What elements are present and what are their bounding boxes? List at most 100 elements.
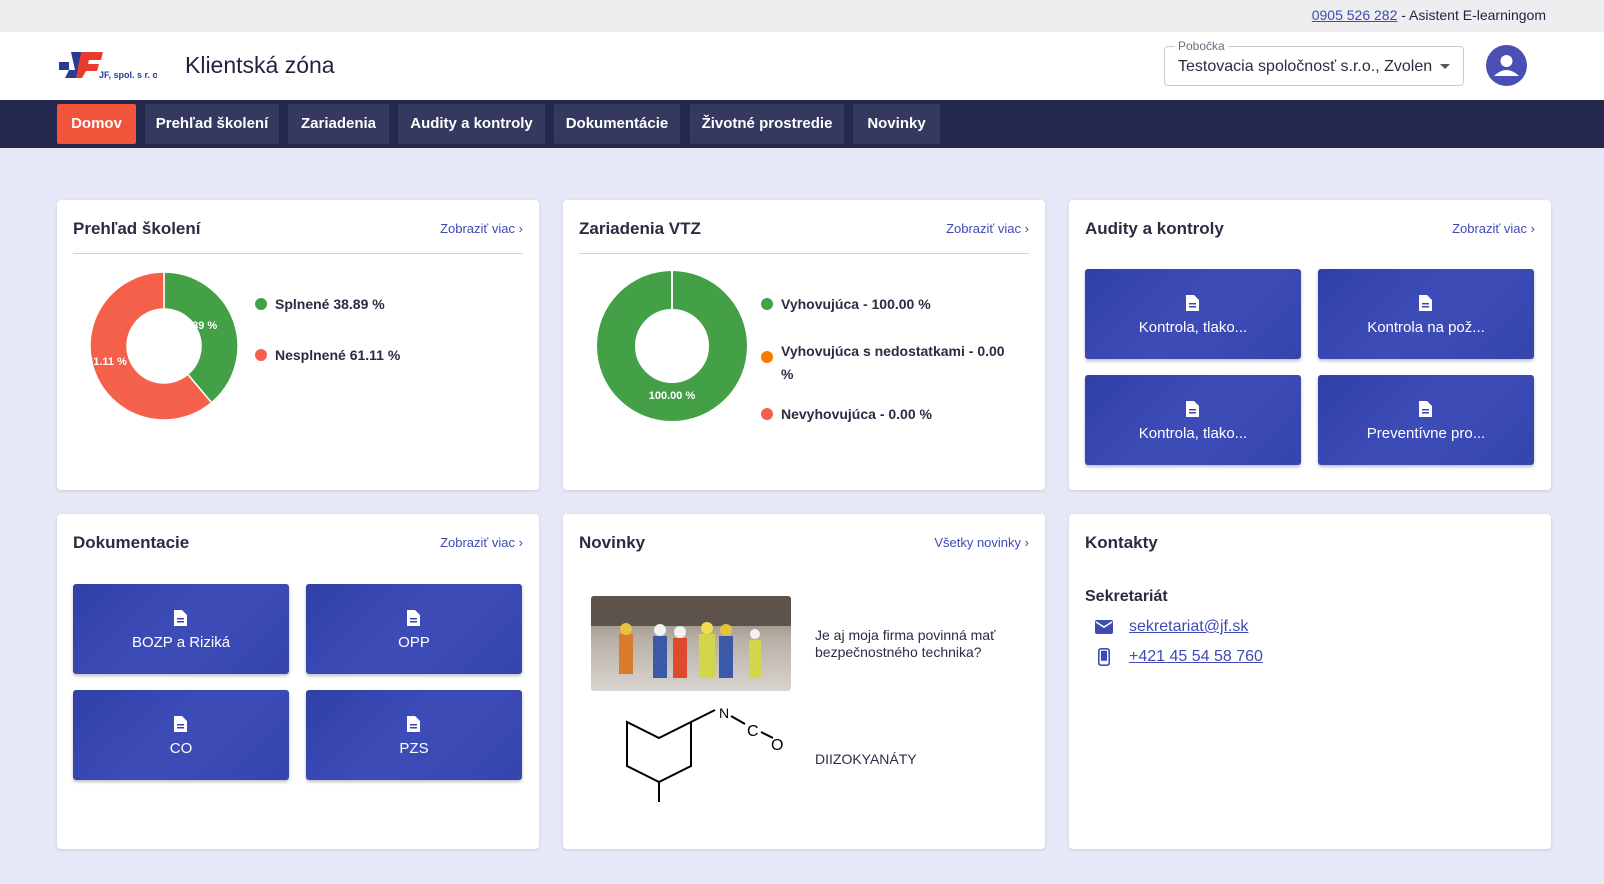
- workers-image: [591, 596, 791, 678]
- contact-phone-link[interactable]: +421 45 54 58 760: [1129, 648, 1263, 666]
- legend-label: Nevyhovujúca - 0.00 %: [781, 406, 932, 422]
- document-icon: [1186, 295, 1199, 311]
- mail-icon: [1095, 620, 1113, 634]
- legend-item-fail: Nevyhovujúca - 0.00 %: [761, 406, 932, 422]
- doc-tile-label: CO: [169, 740, 193, 757]
- legend-dot: [761, 298, 773, 310]
- audit-tile[interactable]: Preventívne pro...: [1318, 375, 1534, 465]
- nav-item-environment[interactable]: Životné prostredie: [690, 104, 844, 144]
- legend-item-ok: Vyhovujúca - 100.00 %: [761, 296, 931, 312]
- nav-item-news[interactable]: Novinky: [853, 104, 940, 144]
- main-nav: Domov Prehľad školení Zariadenia Audity …: [0, 100, 1604, 148]
- divider: [73, 253, 523, 254]
- atom-label-o: O: [771, 737, 783, 754]
- doc-tile[interactable]: OPP: [306, 584, 522, 674]
- doc-tile[interactable]: PZS: [306, 690, 522, 780]
- chevron-right-icon: ›: [1530, 221, 1535, 236]
- doc-tile-label: BOZP a Riziká: [131, 634, 231, 651]
- doc-tile-label: OPP: [398, 634, 430, 651]
- training-more-link[interactable]: Zobraziť viac ›: [440, 221, 523, 236]
- audit-tile-label: Kontrola, tlako...: [1138, 319, 1248, 336]
- document-icon: [407, 610, 420, 626]
- nav-item-trainings[interactable]: Prehľad školení: [145, 104, 279, 144]
- chevron-right-icon: ›: [1024, 221, 1029, 236]
- divider: [579, 253, 1029, 254]
- document-icon: [407, 716, 420, 732]
- news-thumbnail-workers[interactable]: [591, 596, 791, 691]
- branch-select[interactable]: Pobočka Testovacia spoločnosť s.r.o., Zv…: [1164, 39, 1464, 86]
- chevron-right-icon: ›: [1024, 535, 1029, 550]
- nav-item-equipment[interactable]: Zariadenia: [288, 104, 389, 144]
- equipment-more-link[interactable]: Zobraziť viac ›: [946, 221, 1029, 236]
- user-icon: [1494, 55, 1519, 76]
- contacts-section-title: Sekretariát: [1085, 588, 1168, 605]
- company-logo[interactable]: JF, spol. s r. o.: [57, 48, 161, 84]
- news-item-title[interactable]: Je aj moja firma povinná mať bezpečnostn…: [815, 627, 1025, 661]
- logo-text: JF, spol. s r. o.: [99, 70, 157, 80]
- legend-dot: [255, 298, 267, 310]
- equipment-card: Zariadenia VTZ Zobraziť viac › 100.00 % …: [563, 200, 1045, 490]
- audit-tile-label: Kontrola na pož...: [1367, 319, 1485, 336]
- news-thumbnail-molecule[interactable]: N C O: [621, 705, 791, 806]
- audit-tile-label: Preventívne pro...: [1366, 425, 1486, 442]
- legend-label: Vyhovujúca s nedostatkami - 0.00: [781, 343, 1005, 359]
- document-icon: [174, 610, 187, 626]
- docs-card: Dokumentacie Zobraziť viac › BOZP a Rizi…: [57, 514, 539, 849]
- document-icon: [1186, 401, 1199, 417]
- donut-slices: [89, 271, 239, 421]
- contacts-card: Kontakty Sekretariát sekretariat@jf.sk +…: [1069, 514, 1551, 849]
- top-bar: 0905 526 282 - Asistent E-learningom: [0, 0, 1604, 32]
- audit-tile[interactable]: Kontrola na pož...: [1318, 269, 1534, 359]
- audits-title: Audity a kontroly: [1085, 219, 1224, 238]
- header: JF, spol. s r. o. Klientská zóna Pobočka…: [0, 32, 1604, 100]
- equipment-more-label: Zobraziť viac: [946, 221, 1022, 236]
- user-avatar[interactable]: [1486, 45, 1527, 86]
- training-donut-chart: 38.89 % 61.11 %: [87, 271, 239, 421]
- news-title: Novinky: [579, 533, 646, 552]
- contacts-title: Kontakty: [1085, 533, 1158, 552]
- document-icon: [174, 716, 187, 732]
- branch-label: Pobočka: [1175, 39, 1228, 53]
- legend-item-partial: Vyhovujúca s nedostatkami - 0.00 %: [761, 340, 1005, 385]
- atom-label-c: C: [747, 723, 759, 740]
- slice-label-done: 38.89 %: [177, 320, 218, 332]
- docs-more-link[interactable]: Zobraziť viac ›: [440, 535, 523, 550]
- document-icon: [1419, 401, 1432, 417]
- nav-item-domov[interactable]: Domov: [57, 104, 136, 144]
- legend-label: Splnené 38.89 %: [275, 296, 385, 312]
- equipment-title: Zariadenia VTZ: [579, 219, 701, 238]
- document-icon: [1419, 295, 1432, 311]
- audit-tile[interactable]: Kontrola, tlako...: [1085, 375, 1301, 465]
- legend-item-done: Splnené 38.89 %: [255, 296, 385, 312]
- legend-label: Vyhovujúca - 100.00 %: [781, 296, 931, 312]
- audits-more-label: Zobraziť viac: [1452, 221, 1528, 236]
- contact-email-link[interactable]: sekretariat@jf.sk: [1129, 618, 1248, 636]
- news-item-title[interactable]: DIIZOKYANÁTY: [815, 751, 917, 768]
- legend-label: Nesplnené 61.11 %: [275, 347, 401, 363]
- training-more-label: Zobraziť viac: [440, 221, 516, 236]
- doc-tile[interactable]: CO: [73, 690, 289, 780]
- slice-label-ok: 100.00 %: [649, 390, 696, 402]
- phone-link[interactable]: 0905 526 282: [1312, 7, 1398, 23]
- nav-item-docs[interactable]: Dokumentácie: [554, 104, 680, 144]
- news-more-link[interactable]: Všetky novinky ›: [934, 535, 1029, 550]
- page-title: Klientská zóna: [185, 52, 335, 78]
- assistant-line: 0905 526 282 - Asistent E-learningom: [1312, 7, 1546, 23]
- doc-tile[interactable]: BOZP a Riziká: [73, 584, 289, 674]
- chevron-right-icon: ›: [518, 535, 523, 550]
- phone-icon: [1098, 648, 1110, 666]
- training-title: Prehľad školení: [73, 219, 201, 238]
- nav-item-audits[interactable]: Audity a kontroly: [398, 104, 545, 144]
- equipment-donut-chart: 100.00 %: [597, 271, 747, 421]
- assistant-text: - Asistent E-learningom: [1397, 7, 1546, 23]
- audits-more-link[interactable]: Zobraziť viac ›: [1452, 221, 1535, 236]
- audits-card: Audity a kontroly Zobraziť viac › Kontro…: [1069, 200, 1551, 490]
- docs-more-label: Zobraziť viac: [440, 535, 516, 550]
- legend-label-cont: %: [781, 366, 794, 382]
- legend-item-notdone: Nesplnené 61.11 %: [255, 347, 400, 363]
- audit-tile[interactable]: Kontrola, tlako...: [1085, 269, 1301, 359]
- news-card: Novinky Všetky novinky › Je aj moja firm…: [563, 514, 1045, 849]
- branch-value: Testovacia spoločnosť s.r.o., Zvolen: [1178, 58, 1433, 75]
- molecule-image: N C O: [626, 705, 783, 802]
- legend-dot: [761, 351, 773, 363]
